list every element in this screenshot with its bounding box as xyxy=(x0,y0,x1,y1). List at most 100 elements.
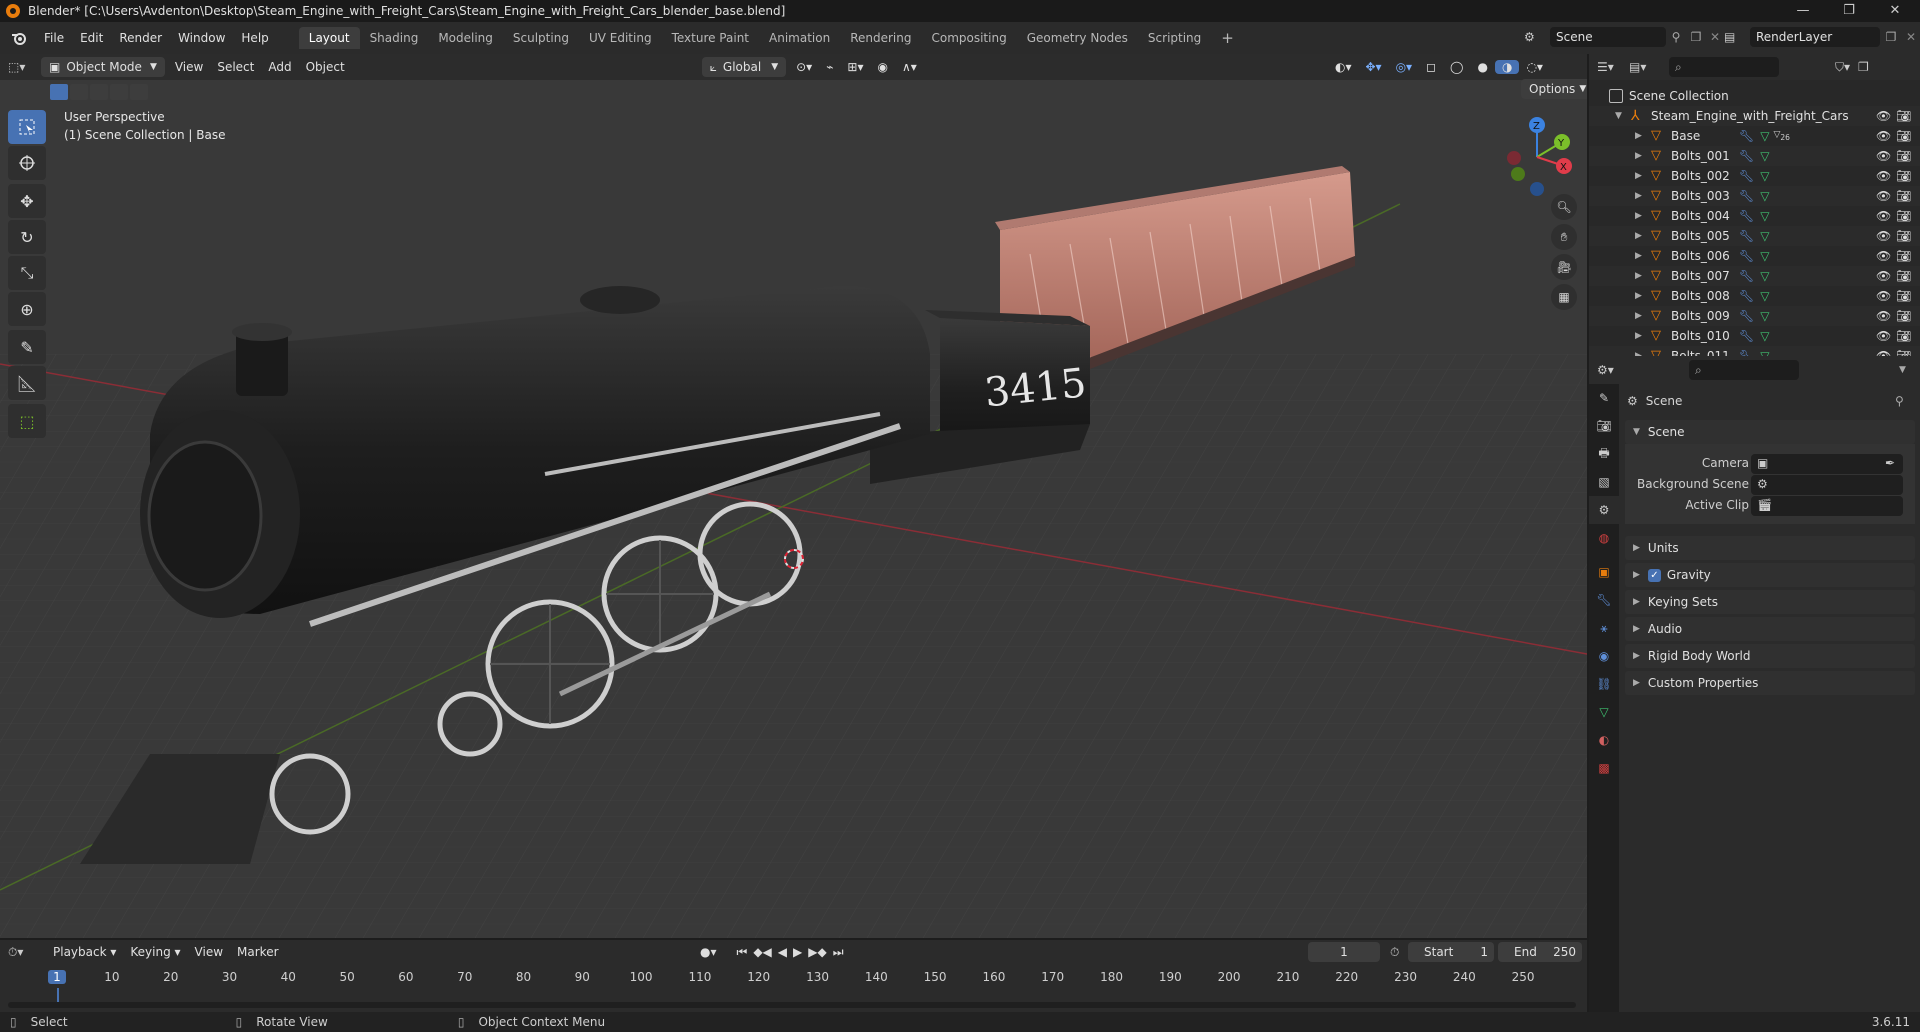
render-camera-icon[interactable]: 📷︎ xyxy=(1896,249,1911,263)
visibility-eye-icon[interactable]: 👁︎ xyxy=(1876,129,1891,143)
expand-down-icon[interactable]: ▼ xyxy=(1615,111,1623,121)
mesh-data-icon[interactable]: ▽ xyxy=(1760,249,1769,263)
render-camera-icon[interactable]: 📷︎ xyxy=(1896,289,1911,303)
end-frame-field[interactable]: End 250 xyxy=(1498,942,1582,962)
menu-keying[interactable]: Keying ▾ xyxy=(123,945,187,959)
outliner-item[interactable]: ▶ ▽ Bolts_003 🔧︎ ▽ 👁︎ 📷︎ xyxy=(1589,186,1920,206)
camera-field[interactable]: ▣ ✒ xyxy=(1751,454,1903,474)
tab-uv-editing[interactable]: UV Editing xyxy=(579,27,662,49)
render-layer-icon[interactable]: ▤ xyxy=(1724,30,1750,44)
constraints-tab-icon[interactable]: ⛓︎ xyxy=(1589,670,1619,698)
3d-viewport[interactable]: 3415 ⬚▾ ▣ Object Mode ▼ View Select Add … xyxy=(0,54,1587,938)
tab-animation[interactable]: Animation xyxy=(759,27,840,49)
material-shading-icon[interactable]: ◑ xyxy=(1494,60,1520,74)
menu-edit[interactable]: Edit xyxy=(72,28,111,48)
mesh-data-icon[interactable]: ▽ xyxy=(1760,129,1769,143)
panel-scene-header[interactable]: ▼ Scene xyxy=(1625,420,1915,444)
tab-rendering[interactable]: Rendering xyxy=(840,27,921,49)
render-camera-icon[interactable]: 📷︎ xyxy=(1896,149,1911,163)
outliner-search-input[interactable]: ⌕ xyxy=(1669,57,1779,77)
menu-marker[interactable]: Marker xyxy=(230,945,285,959)
mesh-data-icon[interactable]: ▽ xyxy=(1760,209,1769,223)
visibility-eye-icon[interactable]: 👁︎ xyxy=(1876,289,1891,303)
visibility-eye-icon[interactable]: 👁︎ xyxy=(1876,269,1891,283)
render-camera-icon[interactable]: 📷︎ xyxy=(1896,189,1911,203)
modifier-wrench-icon[interactable]: 🔧︎ xyxy=(1739,209,1754,223)
timeline-editor-icon[interactable]: ⏱▾ xyxy=(8,945,46,960)
perspective-toggle-icon[interactable]: ▦ xyxy=(1551,284,1577,310)
panel-gravity-header[interactable]: ▶ ✓ Gravity xyxy=(1625,563,1915,587)
object-tab-icon[interactable]: ▣ xyxy=(1589,558,1619,586)
scene-icon[interactable]: ⚙ xyxy=(1524,30,1550,44)
menu-add[interactable]: Add xyxy=(261,60,298,74)
menu-window[interactable]: Window xyxy=(170,28,233,48)
visibility-eye-icon[interactable]: 👁︎ xyxy=(1876,249,1891,263)
display-mode-icon[interactable]: ▤▾ xyxy=(1629,60,1669,74)
camera-view-icon[interactable]: 🎥︎ xyxy=(1551,254,1577,280)
select-extend-icon[interactable] xyxy=(70,84,88,100)
visibility-eye-icon[interactable]: 👁︎ xyxy=(1876,229,1891,243)
menu-object[interactable]: Object xyxy=(299,60,352,74)
menu-select[interactable]: Select xyxy=(210,60,261,74)
navigation-gizmo[interactable]: Z Y X xyxy=(1492,112,1582,202)
panel-rigid-body-world-header[interactable]: ▶ Rigid Body World xyxy=(1625,644,1915,668)
visibility-icon[interactable]: ◐▾ xyxy=(1328,60,1359,74)
menu-view[interactable]: View xyxy=(168,60,210,74)
mesh-data-icon[interactable]: ▽ xyxy=(1760,189,1769,203)
expand-right-icon[interactable]: ▶ xyxy=(1635,251,1643,261)
properties-search-input[interactable]: ⌕ xyxy=(1689,360,1799,380)
modifier-wrench-icon[interactable]: 🔧︎ xyxy=(1739,249,1754,263)
play-icon[interactable]: ▶ xyxy=(793,945,802,960)
select-new-icon[interactable] xyxy=(50,84,68,100)
outliner-item[interactable]: ▶ ▽ Base 🔧︎ ▽ ▽26 👁︎ 📷︎ xyxy=(1589,126,1920,146)
render-camera-icon[interactable]: 📷︎ xyxy=(1896,169,1911,183)
panel-custom-properties-header[interactable]: ▶ Custom Properties xyxy=(1625,671,1915,695)
expand-right-icon[interactable]: ▶ xyxy=(1635,151,1643,161)
maximize-button[interactable]: ❐ xyxy=(1826,0,1872,22)
timeline-scrollbar[interactable] xyxy=(8,1002,1576,1008)
measure-tool[interactable]: 📐︎ xyxy=(8,366,46,400)
properties-editor-icon[interactable]: ⚙▾ xyxy=(1597,363,1629,377)
options-dropdown[interactable]: Options ▼ xyxy=(1521,79,1587,99)
gizmo-toggle-icon[interactable]: ✥▾ xyxy=(1359,60,1389,74)
render-camera-icon[interactable]: 📷︎ xyxy=(1896,129,1911,143)
pin-icon[interactable]: ⚲ xyxy=(1666,30,1686,44)
jump-end-icon[interactable]: ⏭ xyxy=(833,945,844,960)
modifier-wrench-icon[interactable]: 🔧︎ xyxy=(1739,329,1754,343)
modifier-wrench-icon[interactable]: 🔧︎ xyxy=(1739,229,1754,243)
visibility-eye-icon[interactable]: 👁︎ xyxy=(1876,189,1891,203)
outliner-item[interactable]: ▶ ▽ Bolts_006 🔧︎ ▽ 👁︎ 📷︎ xyxy=(1589,246,1920,266)
current-frame-field[interactable]: 1 xyxy=(1308,942,1380,962)
render-layer-selector[interactable]: RenderLayer xyxy=(1750,27,1880,47)
mesh-data-icon[interactable]: ▽ xyxy=(1760,309,1769,323)
close-button[interactable]: ✕ xyxy=(1872,0,1918,22)
expand-right-icon[interactable]: ▶ xyxy=(1635,131,1643,141)
record-icon[interactable]: ●▾ xyxy=(700,945,717,960)
expand-right-icon[interactable]: ▶ xyxy=(1635,191,1643,201)
outliner-item[interactable]: ▶ ▽ Bolts_010 🔧︎ ▽ 👁︎ 📷︎ xyxy=(1589,326,1920,346)
panel-audio-header[interactable]: ▶ Audio xyxy=(1625,617,1915,641)
proportional-edit-icon[interactable]: ◉ xyxy=(871,60,895,74)
render-camera-icon[interactable]: 📷︎ xyxy=(1896,209,1911,223)
modifier-wrench-icon[interactable]: 🔧︎ xyxy=(1739,189,1754,203)
outliner-scene-collection[interactable]: Scene Collection xyxy=(1589,86,1920,106)
expand-right-icon[interactable]: ▶ xyxy=(1635,291,1643,301)
scene-selector[interactable]: Scene xyxy=(1550,27,1666,47)
render-camera-icon[interactable]: 📷︎ xyxy=(1896,309,1911,323)
modifier-wrench-icon[interactable]: 🔧︎ xyxy=(1739,309,1754,323)
delete-layer-icon[interactable]: ✕ xyxy=(1902,30,1920,44)
texture-tab-icon[interactable]: ▩ xyxy=(1589,754,1619,782)
snap-icon[interactable]: ⌁ xyxy=(819,60,840,74)
filter-icon[interactable]: ⛉▾ xyxy=(1835,60,1850,75)
output-tab-icon[interactable]: 🖶︎ xyxy=(1589,440,1619,468)
physics-tab-icon[interactable]: ◉ xyxy=(1589,642,1619,670)
active-clip-field[interactable]: 🎬︎ xyxy=(1751,496,1903,516)
expand-right-icon[interactable]: ▶ xyxy=(1635,171,1643,181)
jump-start-icon[interactable]: ⏮ xyxy=(737,945,748,960)
visibility-eye-icon[interactable]: 👁︎ xyxy=(1876,109,1891,123)
menu-playback[interactable]: Playback ▾ xyxy=(46,945,123,959)
tab-geometry-nodes[interactable]: Geometry Nodes xyxy=(1017,27,1138,49)
transform-orientation-selector[interactable]: ⟀ Global ▼ xyxy=(701,57,787,77)
expand-right-icon[interactable]: ▶ xyxy=(1635,331,1643,341)
tab-modeling[interactable]: Modeling xyxy=(428,27,503,49)
